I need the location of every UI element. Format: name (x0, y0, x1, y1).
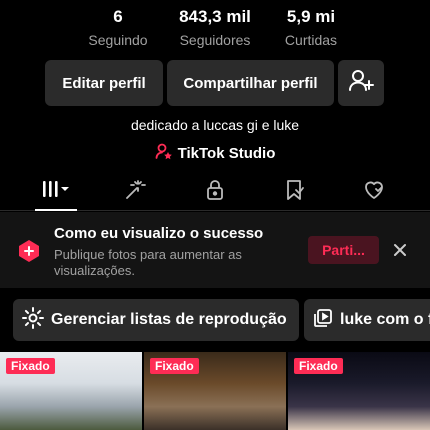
studio-icon (155, 142, 173, 164)
likes-label: Curtidas (284, 32, 338, 48)
banner-title: Como eu visualizo o sucesso (54, 225, 264, 242)
tiktok-studio-link[interactable]: TikTok Studio (0, 142, 430, 164)
bookmark-icon (282, 178, 306, 207)
lock-icon (203, 178, 227, 207)
video-thumbnail[interactable]: Fixado (0, 352, 142, 430)
gear-icon (21, 306, 45, 335)
tab-saved[interactable] (272, 177, 316, 207)
profile-bio: dedicado a luccas gi e luke (130, 117, 300, 133)
active-tab-indicator (35, 209, 77, 211)
banner-subtitle: Publique fotos para aumentar as visualiz… (54, 247, 242, 278)
share-profile-button[interactable]: Compartilhar perfil (167, 60, 334, 106)
video-thumbnail[interactable]: Fixado (288, 352, 430, 430)
tab-private[interactable] (193, 177, 237, 207)
add-user-icon (348, 68, 374, 98)
pinned-badge: Fixado (294, 358, 343, 374)
playlist-label: luke com o f (340, 311, 430, 328)
tab-videos[interactable] (34, 177, 78, 207)
tab-reposts[interactable] (113, 177, 157, 207)
add-photo-icon (16, 238, 42, 269)
promo-banner: Como eu visualizo o sucesso Publique fot… (0, 212, 430, 288)
grid-icon (39, 178, 73, 207)
pinned-badge: Fixado (6, 358, 55, 374)
close-icon[interactable] (391, 241, 409, 259)
video-thumbnail[interactable]: Fixado (144, 352, 286, 430)
manage-playlists-label: Gerenciar listas de reprodução (51, 311, 287, 328)
playlist-icon (312, 307, 334, 334)
tab-liked[interactable] (352, 177, 396, 207)
heart-icon (362, 178, 386, 207)
add-friend-button[interactable] (338, 60, 384, 106)
edit-profile-button[interactable]: Editar perfil (45, 60, 163, 106)
likes-count: 5,9 mi (286, 7, 336, 26)
participate-button[interactable]: Parti... (308, 236, 379, 264)
profile-stats: 6 Seguindo 843,3 mil Seguidores 5,9 mi C… (0, 6, 430, 50)
profile-tabs (0, 175, 430, 211)
magic-wand-icon (123, 178, 147, 207)
stat-likes[interactable]: 5,9 mi Curtidas (251, 6, 371, 50)
studio-label: TikTok Studio (177, 144, 276, 162)
pinned-badge: Fixado (150, 358, 199, 374)
manage-playlists-button[interactable]: Gerenciar listas de reprodução (13, 299, 299, 341)
playlist-luke[interactable]: luke com o f (304, 299, 430, 341)
